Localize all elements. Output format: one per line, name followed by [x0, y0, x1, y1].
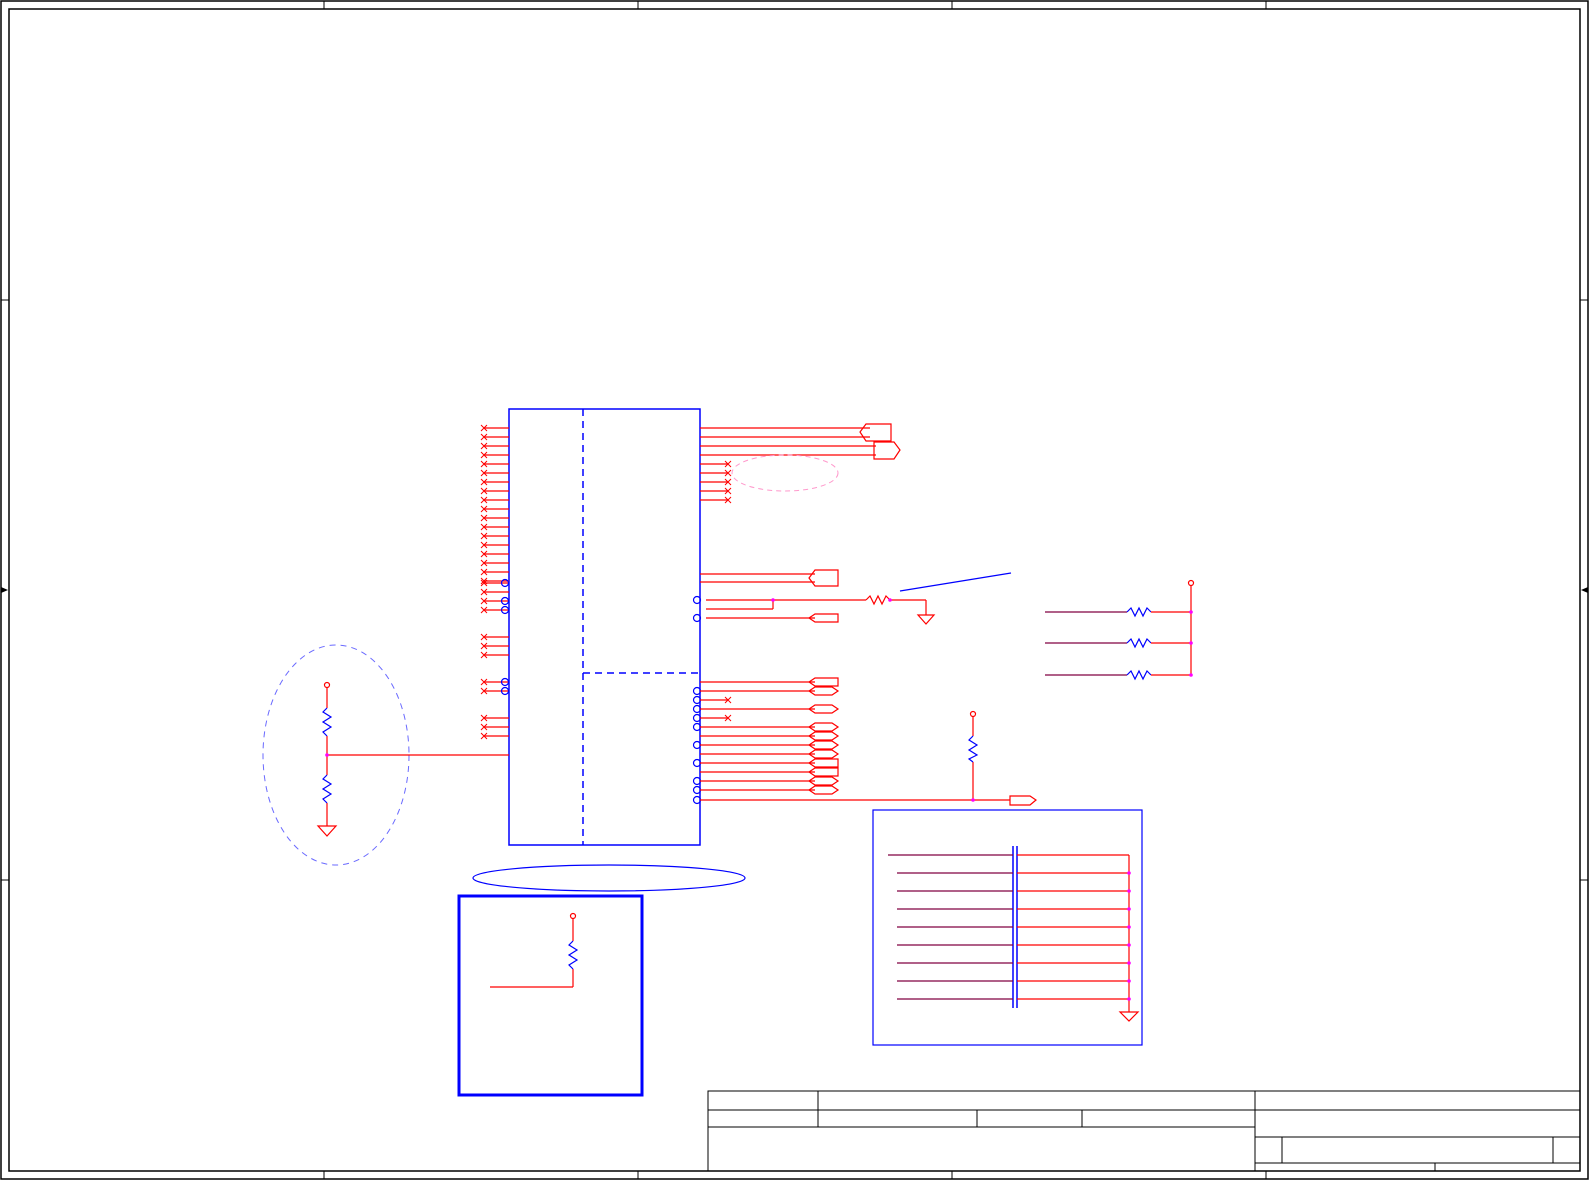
- power-pin: [1187, 579, 1195, 587]
- pullup-resistor: [1126, 606, 1152, 618]
- schematic-canvas: [0, 0, 1589, 1180]
- cap-bank: [888, 846, 1140, 1022]
- junction-dot: [1127, 907, 1131, 911]
- mid-right-ports: [700, 569, 936, 625]
- sheet-border: [0, 0, 1589, 1180]
- junction-dot: [1127, 925, 1131, 929]
- pullup-resistor-bank: [1045, 579, 1195, 681]
- ground-symbol: [1118, 1011, 1140, 1022]
- voltage-divider: [316, 681, 509, 837]
- junction-dot: [1127, 871, 1131, 875]
- junction-dot: [1189, 673, 1193, 677]
- zone-arrow-left: [1, 587, 8, 593]
- small-box: [457, 894, 644, 1097]
- pullup-last-signal: [700, 710, 1038, 806]
- pullup-resistor: [1126, 669, 1152, 681]
- junction-dot: [1127, 979, 1131, 983]
- pullup-resistor: [967, 735, 979, 763]
- junction-dot: [1127, 889, 1131, 893]
- note-ellipse-wide: [472, 864, 746, 892]
- top-right-ports: [700, 423, 901, 460]
- title-block: [707, 1090, 1581, 1172]
- junction-dot: [1127, 997, 1131, 1001]
- annotation-line: [899, 572, 1012, 592]
- junction-dot: [1189, 610, 1193, 614]
- note-ellipse-pink: [731, 454, 839, 492]
- junction-divider: [325, 753, 329, 757]
- zone-ticks: [1, 1, 1588, 1179]
- ic-left-pins: [480, 424, 510, 740]
- pullup-resistor: [1126, 637, 1152, 649]
- junction-dot: [1189, 641, 1193, 645]
- bottom-right-ports: [692, 677, 840, 805]
- ic-right-pins: [692, 460, 732, 623]
- small-box-circuit: [490, 912, 577, 988]
- zone-arrow-right: [1581, 587, 1588, 593]
- main-ic: [508, 408, 701, 846]
- junction-dot: [1127, 961, 1131, 965]
- junction-dot: [1127, 943, 1131, 947]
- small-box-resistor: [567, 940, 579, 970]
- junction-pullup: [971, 798, 975, 802]
